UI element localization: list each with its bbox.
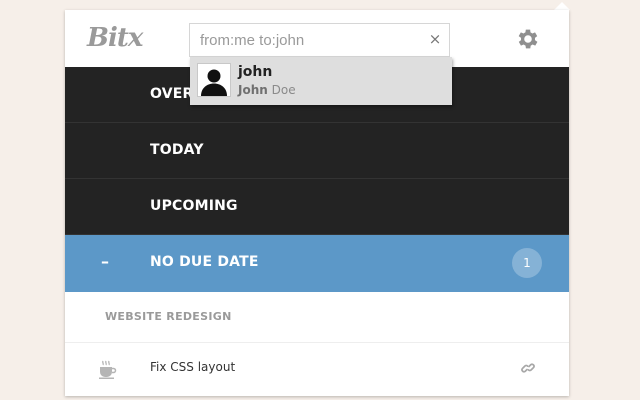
close-icon[interactable]: ×: [426, 30, 444, 48]
task-title[interactable]: Fix CSS layout: [150, 360, 235, 374]
suggestion-username: john: [238, 64, 273, 80]
project-header: WEBSITE REDESIGN: [65, 292, 569, 343]
coffee-cup-icon: [97, 360, 117, 380]
suggestion-last-name: Doe: [271, 83, 296, 97]
autocomplete-suggestion[interactable]: john John Doe: [190, 57, 452, 105]
count-badge: 1: [512, 248, 542, 278]
app-logo: Bitx: [87, 23, 143, 53]
gear-icon[interactable]: [515, 26, 541, 52]
search-input[interactable]: [200, 24, 420, 56]
nav-item-upcoming[interactable]: UPCOMING: [65, 179, 569, 235]
search-box: ×: [189, 23, 450, 57]
nav-item-label: TODAY: [150, 142, 204, 158]
task-row[interactable]: Fix CSS layout: [65, 343, 569, 396]
nav-item-today[interactable]: TODAY: [65, 123, 569, 179]
nav-item-no-due-date[interactable]: – NO DUE DATE 1: [65, 235, 569, 292]
nav-item-label: NO DUE DATE: [150, 254, 259, 270]
suggestion-first-name: John: [238, 83, 268, 97]
collapse-toggle[interactable]: –: [101, 252, 109, 271]
user-avatar-icon: [197, 63, 231, 97]
nav-item-label: UPCOMING: [150, 198, 238, 214]
link-icon[interactable]: [520, 360, 536, 376]
project-title: WEBSITE REDESIGN: [105, 310, 232, 323]
suggestion-full-name: John Doe: [238, 83, 296, 97]
popup-caret: [554, 2, 570, 10]
